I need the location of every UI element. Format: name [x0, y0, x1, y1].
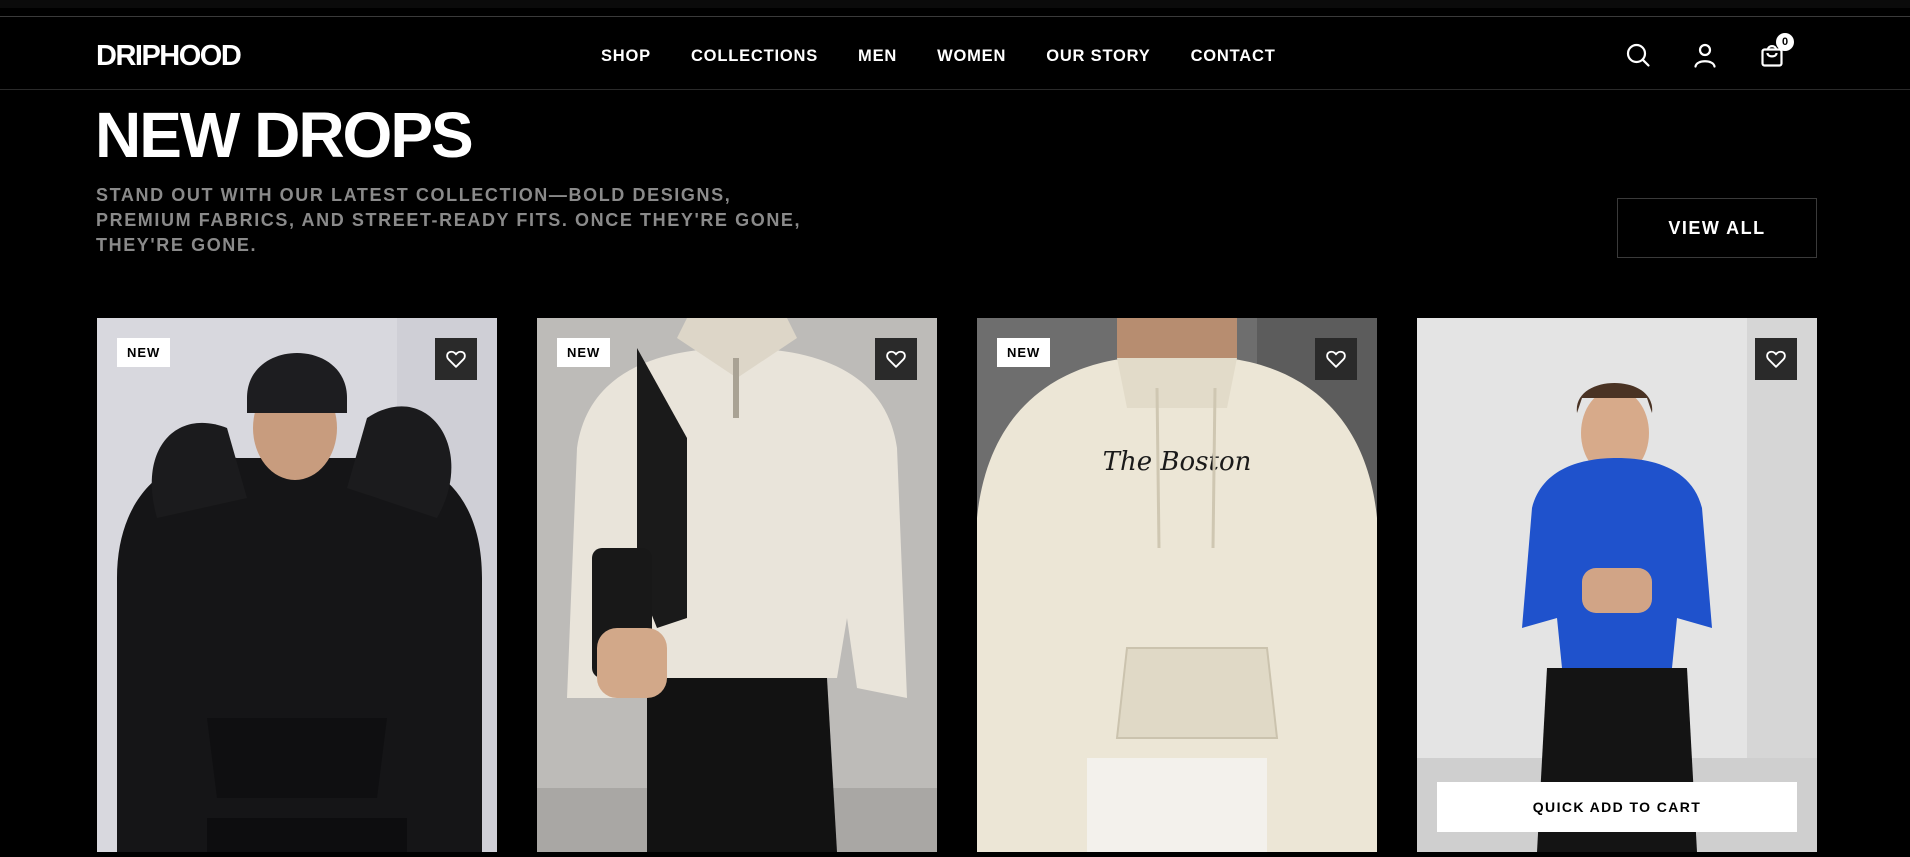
section-subtitle: STAND OUT WITH OUR LATEST COLLECTION—BOL…: [96, 185, 802, 255]
wishlist-button[interactable]: [1755, 338, 1797, 380]
cart-icon[interactable]: 0: [1759, 33, 1794, 68]
nav-collections[interactable]: COLLECTIONS: [691, 46, 818, 66]
heart-icon: [446, 350, 466, 368]
account-icon[interactable]: [1692, 42, 1718, 68]
wishlist-button[interactable]: [435, 338, 477, 380]
heart-icon: [886, 350, 906, 368]
cart-count-badge: 0: [1776, 33, 1794, 51]
header-divider: [0, 16, 1910, 17]
site-logo[interactable]: DRIPHOOD: [96, 40, 242, 72]
nav-our-story[interactable]: OUR STORY: [1046, 46, 1150, 66]
heart-icon: [1326, 350, 1346, 368]
new-badge: NEW: [117, 338, 171, 367]
product-card[interactable]: QUICK ADD TO CART: [1417, 318, 1817, 852]
section-title: NEW DROPS: [95, 99, 474, 171]
nav-men[interactable]: MEN: [858, 46, 897, 66]
product-card[interactable]: NEW: [97, 318, 497, 852]
nav-shop[interactable]: SHOP: [601, 46, 651, 66]
nav-contact[interactable]: CONTACT: [1191, 46, 1276, 66]
new-badge: NEW: [557, 338, 611, 367]
main-nav: SHOP COLLECTIONS MEN WOMEN OUR STORY CON…: [601, 46, 1276, 66]
nav-women[interactable]: WOMEN: [937, 46, 1006, 66]
site-header: DRIPHOOD SHOP COLLECTIONS MEN WOMEN OUR …: [0, 0, 1910, 90]
svg-text:The Boston: The Boston: [1103, 447, 1252, 477]
product-image[interactable]: [97, 318, 497, 852]
view-all-button[interactable]: VIEW ALL: [1617, 198, 1817, 258]
header-actions: 0: [1625, 33, 1794, 68]
search-icon[interactable]: [1625, 42, 1651, 68]
product-image[interactable]: [1417, 318, 1817, 852]
heart-icon: [1766, 350, 1786, 368]
quick-add-to-cart-button[interactable]: QUICK ADD TO CART: [1437, 782, 1797, 832]
wishlist-button[interactable]: [875, 338, 917, 380]
product-card[interactable]: The Boston NEW: [977, 318, 1377, 852]
new-badge: NEW: [997, 338, 1051, 367]
wishlist-button[interactable]: [1315, 338, 1357, 380]
product-card[interactable]: NEW: [537, 318, 937, 852]
product-image[interactable]: [537, 318, 937, 852]
product-image[interactable]: The Boston: [977, 318, 1377, 852]
